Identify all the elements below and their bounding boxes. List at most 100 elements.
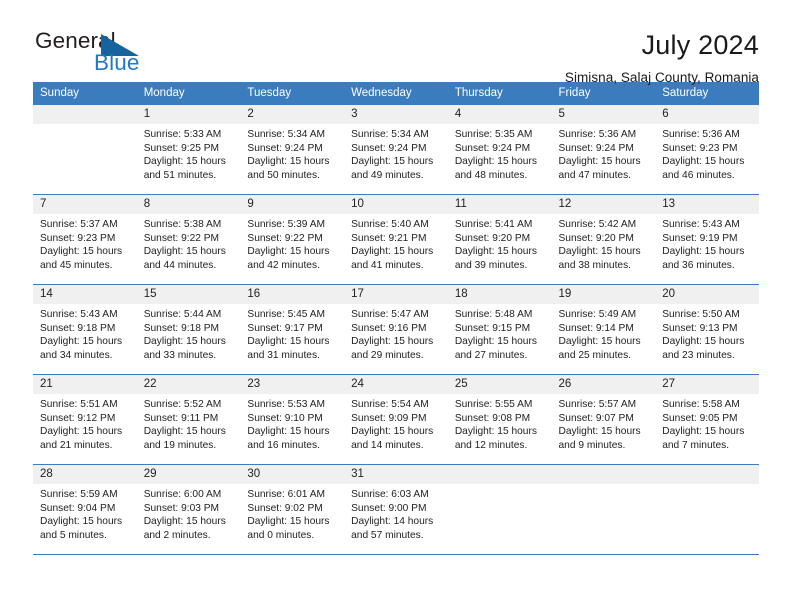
day-details: Sunrise: 5:43 AM Sunset: 9:19 PM Daylight:… [655,214,759,272]
calendar-day-cell[interactable]: 1 Sunrise: 5:33 AM Sunset: 9:25 PM Daylight… [136,104,241,195]
sunrise-line: Sunrise: 5:43 AM [662,219,740,230]
calendar-day-cell[interactable]: 14 Sunrise: 5:43 AM Sunset: 9:18 PM Dayligh… [33,284,137,375]
calendar-day-cell[interactable]: 10 Sunrise: 5:40 AM Sunset: 9:21 PM Dayligh… [344,194,448,285]
calendar-day-cell[interactable]: 12 Sunrise: 5:42 AM Sunset: 9:20 PM Dayligh… [551,194,656,285]
daylight-line: Daylight: 15 hours [454,336,537,348]
day-details: Sunrise: 5:57 AM Sunset: 9:07 PM Daylight:… [552,394,656,452]
sunrise-line: Sunrise: 5:51 AM [40,399,118,410]
day-number: 13 [655,195,759,214]
sunset-line: Sunset: 9:24 PM [454,142,531,154]
sunset-line: Sunset: 9:15 PM [454,322,531,334]
calendar-day-cell[interactable]: 23 Sunrise: 5:53 AM Sunset: 9:10 PM Dayligh… [240,374,345,465]
calendar-day-cell[interactable]: 11 Sunrise: 5:41 AM Sunset: 9:20 PM Dayligh… [447,194,552,285]
calendar-day-cell[interactable]: 17 Sunrise: 5:47 AM Sunset: 9:16 PM Dayligh… [344,284,448,375]
calendar-day-cell[interactable]: 19 Sunrise: 5:49 AM Sunset: 9:14 PM Dayligh… [551,284,656,375]
weekday-header-friday: Friday [551,82,656,105]
calendar-week-row: 14 Sunrise: 5:43 AM Sunset: 9:18 PM Dayligh… [33,284,759,375]
daylight-line: and 31 minutes. [247,349,320,361]
daylight-line: and 48 minutes. [454,169,528,181]
day-details: Sunrise: 5:42 AM Sunset: 9:20 PM Daylight:… [552,214,656,272]
daylight-line: Daylight: 15 hours [351,426,434,438]
calendar-day-cell[interactable]: 20 Sunrise: 5:50 AM Sunset: 9:13 PM Dayligh… [655,284,759,375]
sunset-line: Sunset: 9:23 PM [40,232,116,244]
calendar-day-cell[interactable]: 4 Sunrise: 5:35 AM Sunset: 9:24 PM Daylight… [447,104,552,195]
daylight-line: and 36 minutes. [662,259,735,271]
sunrise-line: Sunrise: 5:38 AM [143,219,222,230]
calendar-week-row: 1 Sunrise: 5:33 AM Sunset: 9:25 PM Daylight… [33,104,759,195]
calendar-day-cell[interactable]: 7 Sunrise: 5:37 AM Sunset: 9:23 PM Daylight… [33,194,137,285]
calendar-cell-empty [551,464,656,555]
page-header: General Blue July 2024 Simisna, Salaj Co… [33,0,759,85]
day-number: 19 [551,285,656,304]
sunset-line: Sunset: 9:05 PM [662,412,738,424]
sunrise-line: Sunrise: 6:00 AM [143,489,222,500]
calendar-day-cell[interactable]: 30 Sunrise: 6:01 AM Sunset: 9:02 PM Dayligh… [240,464,345,555]
sunrise-line: Sunrise: 5:35 AM [454,129,533,140]
calendar-day-cell[interactable]: 21 Sunrise: 5:51 AM Sunset: 9:12 PM Dayligh… [33,374,137,465]
daylight-line: and 42 minutes. [247,259,320,271]
calendar-day-cell[interactable]: 2 Sunrise: 5:34 AM Sunset: 9:24 PM Daylight… [240,104,345,195]
daylight-line: and 2 minutes. [143,529,211,541]
daylight-line: Daylight: 15 hours [558,246,641,258]
calendar-day-cell[interactable]: 16 Sunrise: 5:45 AM Sunset: 9:17 PM Dayligh… [240,284,345,375]
daylight-line: Daylight: 15 hours [558,336,641,348]
calendar-cell-empty [655,464,759,555]
sunset-line: Sunset: 9:21 PM [351,232,427,244]
day-number: 18 [447,285,552,304]
day-details: Sunrise: 5:53 AM Sunset: 9:10 PM Daylight:… [240,394,344,452]
calendar-day-cell[interactable]: 8 Sunrise: 5:38 AM Sunset: 9:22 PM Daylight… [136,194,241,285]
calendar-day-cell[interactable]: 26 Sunrise: 5:57 AM Sunset: 9:07 PM Dayligh… [551,374,656,465]
sunrise-line: Sunrise: 5:53 AM [247,399,325,410]
weekday-header-sunday: Sunday [33,82,137,105]
calendar-day-cell[interactable]: 22 Sunrise: 5:52 AM Sunset: 9:11 PM Dayligh… [136,374,241,465]
day-details: Sunrise: 5:50 AM Sunset: 9:13 PM Daylight:… [655,304,759,362]
calendar-day-cell[interactable]: 3 Sunrise: 5:34 AM Sunset: 9:24 PM Daylight… [344,104,448,195]
day-number: 2 [240,105,345,124]
calendar-day-cell[interactable]: 13 Sunrise: 5:43 AM Sunset: 9:19 PM Dayligh… [655,194,759,285]
sunset-line: Sunset: 9:24 PM [351,142,427,154]
day-number: 10 [344,195,448,214]
sunrise-line: Sunrise: 5:59 AM [40,489,118,500]
calendar-day-cell[interactable]: 29 Sunrise: 6:00 AM Sunset: 9:03 PM Dayligh… [136,464,241,555]
page-title: July 2024 [641,30,759,60]
sunset-line: Sunset: 9:14 PM [558,322,634,334]
calendar-day-cell[interactable]: 5 Sunrise: 5:36 AM Sunset: 9:24 PM Daylight… [551,104,656,195]
sunset-line: Sunset: 9:16 PM [351,322,427,334]
daylight-line: Daylight: 15 hours [454,156,537,168]
sunrise-line: Sunrise: 5:45 AM [247,309,325,320]
calendar-day-cell[interactable]: 6 Sunrise: 5:36 AM Sunset: 9:23 PM Daylight… [655,104,759,195]
sunset-line: Sunset: 9:00 PM [351,502,427,514]
daylight-line: Daylight: 15 hours [40,246,123,258]
calendar-day-cell[interactable]: 18 Sunrise: 5:48 AM Sunset: 9:15 PM Dayligh… [447,284,552,375]
sunrise-line: Sunrise: 5:39 AM [247,219,325,230]
sunrise-line: Sunrise: 5:44 AM [143,309,222,320]
sunset-line: Sunset: 9:22 PM [143,232,220,244]
daylight-line: and 23 minutes. [662,349,735,361]
sunset-line: Sunset: 9:22 PM [247,232,323,244]
weekday-header-thursday: Thursday [447,82,552,105]
calendar-day-cell[interactable]: 25 Sunrise: 5:55 AM Sunset: 9:08 PM Dayligh… [447,374,552,465]
sunrise-line: Sunrise: 5:55 AM [454,399,533,410]
day-number: 12 [551,195,656,214]
day-details: Sunrise: 5:39 AM Sunset: 9:22 PM Daylight:… [240,214,344,272]
day-number: 14 [33,285,137,304]
calendar-day-cell[interactable]: 28 Sunrise: 5:59 AM Sunset: 9:04 PM Dayligh… [33,464,137,555]
calendar-day-cell[interactable]: 27 Sunrise: 5:58 AM Sunset: 9:05 PM Dayligh… [655,374,759,465]
calendar-day-cell[interactable]: 15 Sunrise: 5:44 AM Sunset: 9:18 PM Dayligh… [136,284,241,375]
daylight-line: Daylight: 15 hours [40,336,123,348]
day-number: 15 [136,285,241,304]
sunrise-line: Sunrise: 5:52 AM [143,399,222,410]
day-details: Sunrise: 6:00 AM Sunset: 9:03 PM Daylight:… [137,484,241,542]
calendar-day-cell[interactable]: 9 Sunrise: 5:39 AM Sunset: 9:22 PM Daylight… [240,194,345,285]
weekday-header-wednesday: Wednesday [344,82,448,105]
daylight-line: Daylight: 15 hours [40,516,123,528]
daylight-line: and 7 minutes. [662,439,730,451]
calendar-day-cell[interactable]: 31 Sunrise: 6:03 AM Sunset: 9:00 PM Dayligh… [344,464,448,555]
daylight-line: Daylight: 15 hours [454,426,537,438]
sunset-line: Sunset: 9:17 PM [247,322,323,334]
daylight-line: Daylight: 15 hours [558,426,641,438]
daylight-line: and 49 minutes. [351,169,424,181]
day-number: 7 [33,195,137,214]
calendar-day-cell[interactable]: 24 Sunrise: 5:54 AM Sunset: 9:09 PM Dayligh… [344,374,448,465]
day-number [447,465,552,484]
